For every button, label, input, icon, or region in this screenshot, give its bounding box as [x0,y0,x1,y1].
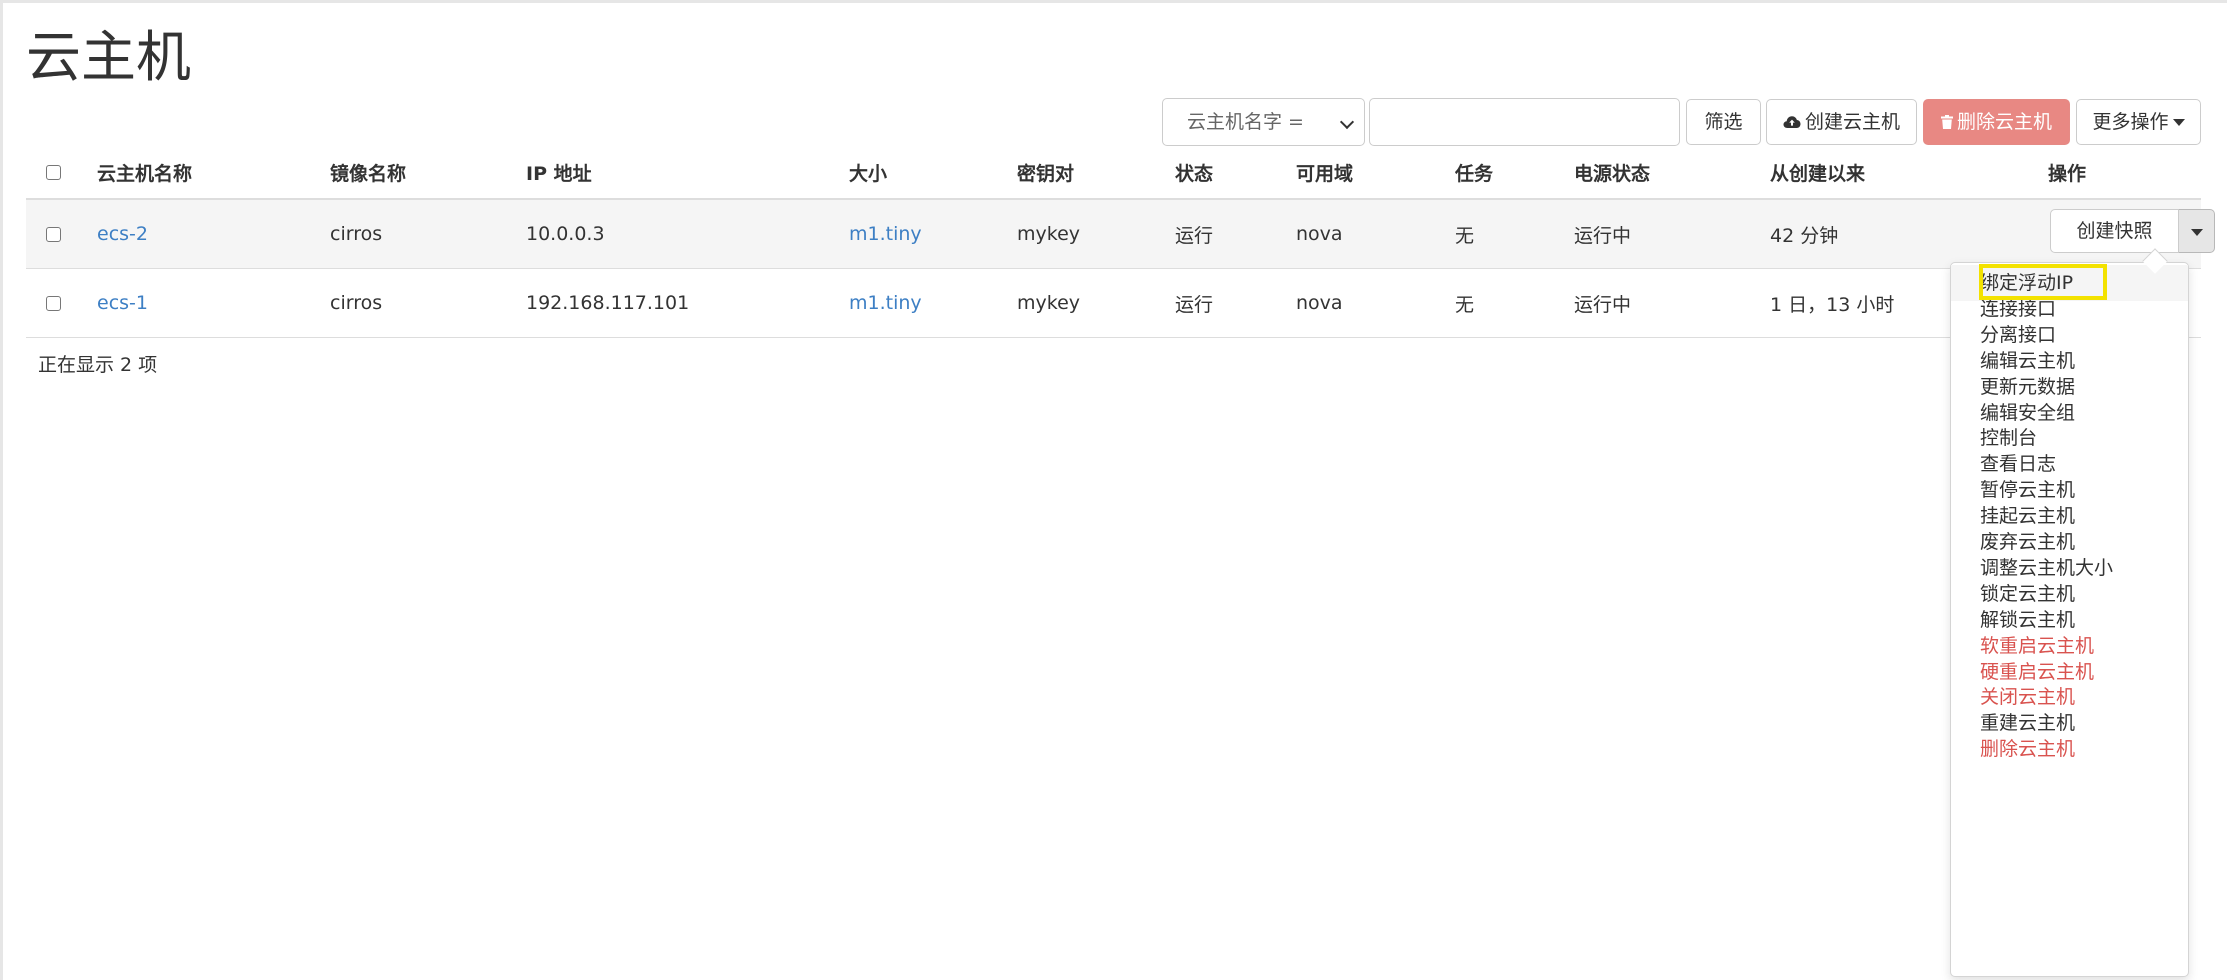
row-actions: 创建快照 [2050,209,2215,253]
highlight-box [1979,264,2107,300]
status: 运行 [1175,224,1214,247]
filter-field-select[interactable]: 云主机名字 = [1162,98,1365,146]
availability-zone: nova [1296,223,1343,245]
more-actions-label: 更多操作 [2092,111,2169,133]
image-name: cirros [330,292,383,314]
item-count: 正在显示 2 项 [38,354,158,376]
flavor-link[interactable]: m1.tiny [849,269,922,337]
column-header[interactable]: 密钥对 [1017,146,1074,198]
chevron-down-icon [1339,114,1355,130]
cloud-upload-icon [1783,101,1801,145]
keypair: mykey [1017,223,1081,245]
power-state: 运行中 [1574,293,1632,316]
column-header[interactable]: 状态 [1175,146,1213,198]
availability-zone: nova [1296,292,1343,314]
column-header[interactable]: IP 地址 [526,146,592,198]
caret-down-icon [2191,229,2203,236]
page-title: 云主机 [26,25,192,89]
ip-address: 10.0.0.3 [526,223,605,245]
column-header: 操作 [2048,162,2087,185]
column-header[interactable]: 任务 [1455,146,1493,198]
row-checkbox[interactable] [46,295,61,311]
table-row: ecs-1 cirros 192.168.117.101 m1.tiny myk… [26,269,2201,338]
power-state: 运行中 [1574,224,1632,247]
filter-field-label: 云主机名字 = [1187,111,1304,133]
table-row: ecs-2 cirros 10.0.0.3 m1.tiny mykey 运行 n… [26,200,2215,269]
column-header[interactable]: 镜像名称 [330,146,406,198]
keypair: mykey [1017,292,1081,314]
create-instance-button[interactable]: 创建云主机 [1766,99,1917,145]
task: 无 [1455,293,1475,316]
column-header[interactable]: 电源状态 [1574,146,1650,198]
task: 无 [1455,224,1475,247]
delete-instance-button[interactable]: 删除云主机 [1923,99,2070,145]
age: 42 分钟 [1770,224,1839,247]
age: 1 日，13 小时 [1770,293,1895,316]
create-instance-label: 创建云主机 [1804,111,1900,133]
row-actions-toggle[interactable] [2179,209,2215,253]
ip-address: 192.168.117.101 [526,292,690,314]
instance-name-link[interactable]: ecs-1 [97,269,148,337]
flavor-link[interactable]: m1.tiny [849,200,922,268]
column-header[interactable]: 从创建以来 [1770,146,1865,198]
column-header[interactable]: 大小 [849,146,887,198]
filter-input[interactable] [1369,98,1680,146]
row-checkbox[interactable] [46,226,61,242]
table-header: 云主机名称 镜像名称 IP 地址 大小 密钥对 状态 可用域 任务 电源状态 从… [26,146,2201,200]
instances-table: 云主机名称 镜像名称 IP 地址 大小 密钥对 状态 可用域 任务 电源状态 从… [26,146,2215,338]
delete-instance-label: 删除云主机 [1956,111,2052,133]
column-header[interactable]: 云主机名称 [97,146,192,198]
row-actions-menu: 绑定浮动IP 连接接口 分离接口 编辑云主机 更新元数据 编辑安全组 控制台 查看日志 暂停云主… [1950,262,2189,977]
image-name: cirros [330,223,383,245]
instance-name-link[interactable]: ecs-2 [97,200,148,268]
column-header[interactable]: 可用域 [1296,146,1353,198]
create-snapshot-button[interactable]: 创建快照 [2050,209,2179,253]
trash-icon [1940,101,1953,145]
caret-down-icon [2172,119,2185,126]
filter-button[interactable]: 筛选 [1686,99,1761,145]
more-actions-button[interactable]: 更多操作 [2076,99,2201,145]
select-all-checkbox[interactable] [46,164,61,180]
status: 运行 [1175,293,1214,316]
menu-item[interactable]: 删除云主机 [1980,731,2075,767]
